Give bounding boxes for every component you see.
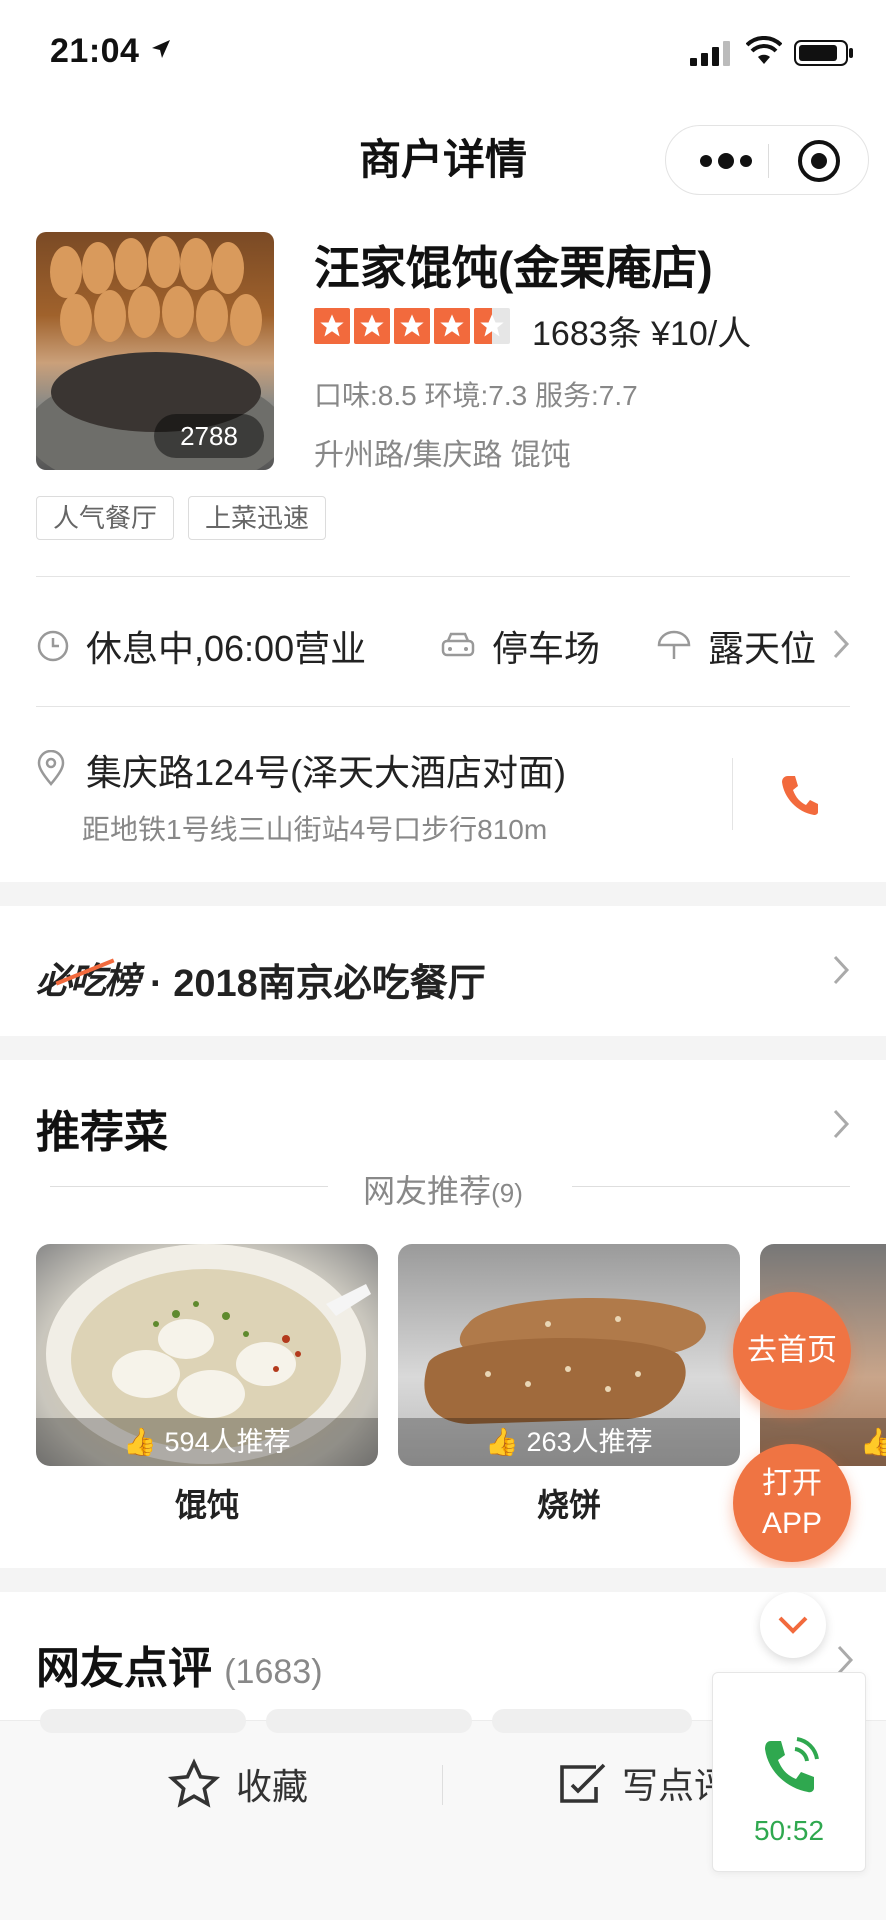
- chevron-right-icon[interactable]: [832, 1108, 850, 1140]
- clock-icon: [37, 630, 69, 662]
- more-dots-icon[interactable]: [696, 146, 776, 176]
- divider: [36, 706, 850, 707]
- bottom-divider: [442, 1765, 443, 1805]
- hours-text: 休息中,06:00营业: [86, 628, 367, 669]
- review-filter-chip[interactable]: [492, 1709, 692, 1733]
- tag: 上菜迅速: [188, 496, 327, 540]
- star-icon: [434, 308, 470, 344]
- chevron-down-icon: [778, 1616, 808, 1634]
- reviews-title-text: 网友点评: [36, 1644, 212, 1693]
- umbrella-icon: [657, 630, 691, 659]
- region-and-category: 升州路/集庆路 馄饨: [314, 439, 571, 472]
- section-gap: [0, 1568, 886, 1592]
- dish-likes: 👍 594人推荐: [36, 1418, 378, 1466]
- star-icon: [394, 308, 430, 344]
- wifi-icon: [746, 36, 782, 64]
- divider: [36, 576, 850, 577]
- address-text: 集庆路124号(泽天大酒店对面): [86, 752, 567, 793]
- dish-likes-text: 594人推荐: [164, 1427, 291, 1457]
- location-pin-icon: [37, 750, 65, 786]
- scroll-down-button[interactable]: [760, 1592, 826, 1658]
- parking: 停车场: [440, 620, 600, 672]
- facilities-row[interactable]: 休息中,06:00营业 停车场 露天位: [36, 600, 850, 690]
- star-icon: [314, 308, 350, 344]
- mini-program-capsule: [665, 125, 869, 195]
- shop-name: 汪家馄饨(金栗庵店): [314, 242, 713, 294]
- status-time: 21:04: [50, 32, 140, 70]
- nav-bar: 商户详情: [0, 100, 886, 200]
- half-star-icon: [474, 308, 510, 344]
- thumb-up-icon: 👍: [485, 1427, 520, 1457]
- must-eat-ranking[interactable]: 必吃榜 · 2018南京必吃餐厅: [0, 906, 886, 1036]
- tag: 人气餐厅: [36, 496, 175, 540]
- subtitle-line: [50, 1186, 328, 1187]
- section-gap: [0, 1036, 886, 1060]
- go-home-button[interactable]: 去首页: [733, 1292, 851, 1410]
- favorite-button[interactable]: 收藏: [166, 1757, 308, 1811]
- car-icon: [441, 632, 475, 657]
- open-app-button[interactable]: 打开APP: [733, 1444, 851, 1562]
- review-filter-chip[interactable]: [266, 1709, 472, 1733]
- ranking-text: · 2018南京必吃餐厅: [150, 963, 486, 1005]
- subtitle-text: 网友推荐: [363, 1173, 492, 1209]
- metro-distance: 距地铁1号线三山街站4号口步行810m: [82, 814, 548, 845]
- battery-icon: [794, 40, 853, 66]
- shop-photo[interactable]: 2788: [36, 232, 274, 470]
- star-icon: [354, 308, 390, 344]
- reviews-title: 网友点评 (1683): [36, 1632, 323, 1696]
- call-timer: 50:52: [753, 1815, 825, 1846]
- rating-stars: [314, 308, 510, 344]
- address-row[interactable]: 集庆路124号(泽天大酒店对面) 距地铁1号线三山街站4号口步行810m: [36, 740, 850, 860]
- location-arrow-icon: [152, 40, 170, 58]
- recommended-title: 推荐菜: [36, 1108, 168, 1157]
- dish-name: 馄饨: [174, 1487, 239, 1523]
- shop-tags: 人气餐厅 上菜迅速: [36, 496, 327, 540]
- subtitle-line: [572, 1186, 850, 1187]
- thumb-up-icon: 👍: [123, 1427, 158, 1457]
- capsule-divider: [768, 144, 769, 178]
- outdoor-text: 露天位: [708, 628, 817, 669]
- recommended-subtitle: 网友推荐(9): [0, 1166, 886, 1212]
- dish-likes: 👍 263人推荐: [398, 1418, 740, 1466]
- subtitle-count: (9): [491, 1178, 523, 1208]
- parking-text: 停车场: [492, 628, 601, 669]
- favorite-label: 收藏: [236, 1766, 309, 1807]
- chevron-right-icon: [833, 629, 850, 659]
- business-hours: 休息中,06:00营业: [36, 620, 366, 672]
- address-divider: [732, 758, 733, 830]
- cellular-signal-icon: [690, 41, 730, 66]
- edit-icon: [560, 1763, 606, 1803]
- close-target-icon[interactable]: [796, 138, 842, 184]
- must-eat-logo-text: 必吃榜: [36, 960, 140, 1001]
- dish-card[interactable]: 👍 263人推荐: [398, 1244, 740, 1466]
- photo-count: 2788: [154, 414, 264, 458]
- review-filter-chip[interactable]: [40, 1709, 246, 1733]
- reviews-count: (1683): [224, 1653, 323, 1691]
- phone-call-icon: [765, 1737, 819, 1793]
- ongoing-call-card[interactable]: 50:52: [712, 1672, 866, 1872]
- status-bar: 21:04: [0, 0, 886, 100]
- section-gap: [0, 882, 886, 906]
- phone-icon[interactable]: [780, 774, 820, 816]
- dish-name: 烧饼: [536, 1487, 601, 1523]
- dish-card[interactable]: 👍 594人推荐: [36, 1244, 378, 1466]
- write-review-button[interactable]: 写点评: [556, 1757, 730, 1809]
- outdoor-seating: 露天位: [656, 620, 816, 672]
- open-app-label: 打开APP: [761, 1467, 823, 1540]
- chevron-right-icon: [833, 955, 850, 985]
- sub-scores: 口味:8.5 环境:7.3 服务:7.7: [314, 380, 638, 411]
- must-eat-logo: 必吃榜: [36, 952, 140, 1004]
- star-outline-icon: [167, 1758, 221, 1808]
- dish-likes-text: 263人推荐: [526, 1427, 653, 1457]
- review-count-and-price: 1683条 ¥10/人: [532, 315, 752, 353]
